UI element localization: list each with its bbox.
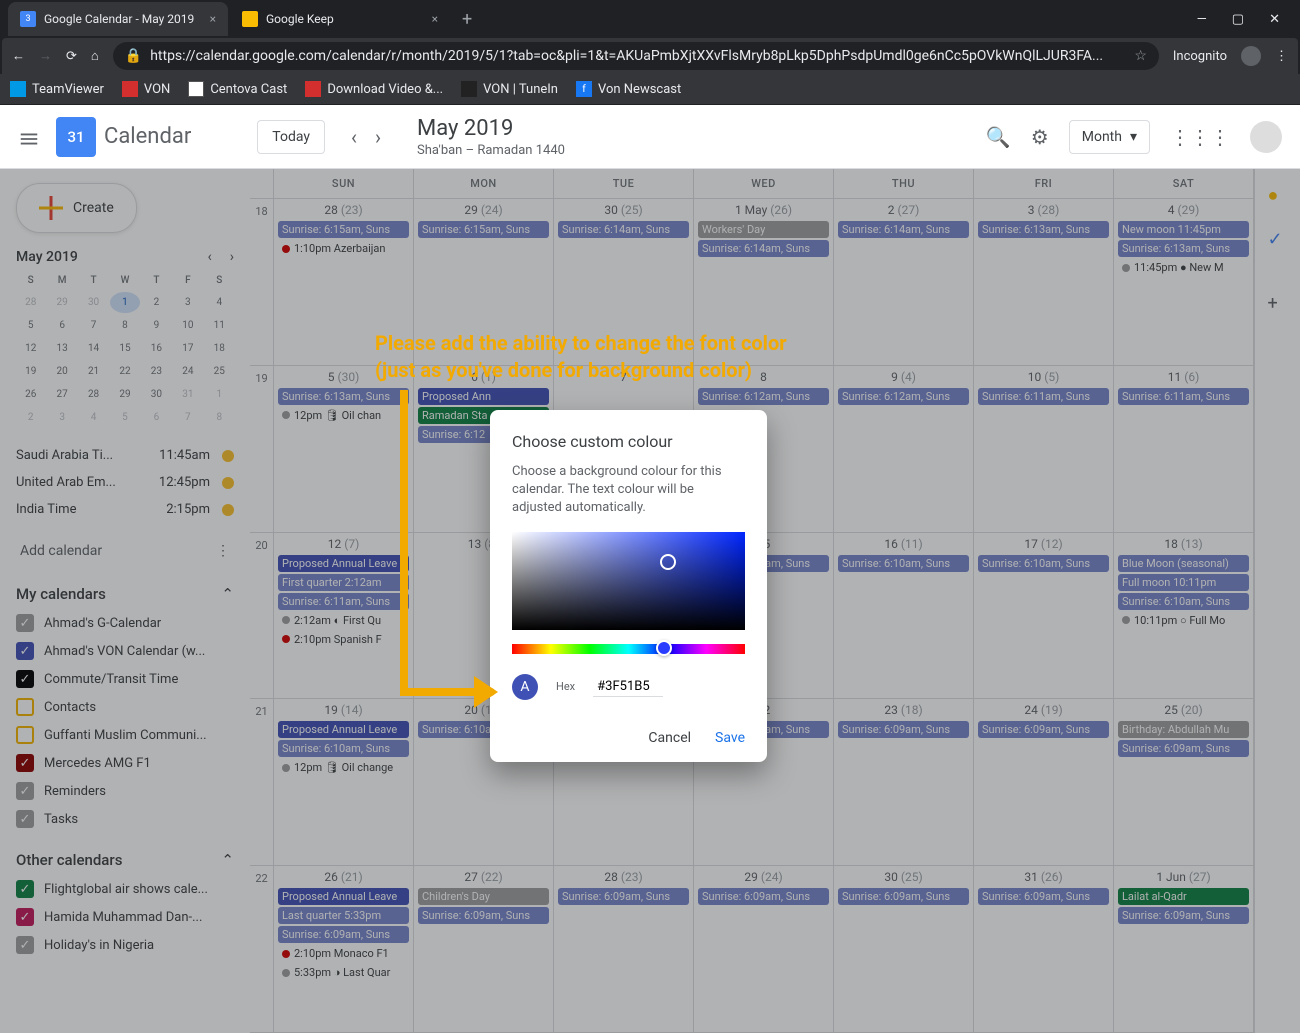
lock-icon: 🔒	[125, 48, 142, 64]
close-icon[interactable]: ×	[210, 12, 216, 26]
hue-slider[interactable]	[512, 644, 745, 654]
next-icon[interactable]: ›	[375, 125, 381, 149]
month-title: May 2019	[417, 116, 565, 141]
address-bar[interactable]: 🔒 https://calendar.google.com/calendar/r…	[113, 42, 1159, 70]
logo-text: Calendar	[104, 124, 191, 149]
tab-title: Google Keep	[266, 12, 334, 26]
prev-icon[interactable]: ‹	[351, 125, 357, 149]
search-icon[interactable]: 🔍	[986, 125, 1011, 149]
chevron-down-icon: ▾	[1130, 129, 1137, 145]
bookmark-item[interactable]: VON | TuneIn	[461, 81, 558, 97]
annotation-arrow	[396, 390, 516, 710]
avatar[interactable]	[1250, 121, 1282, 153]
save-button[interactable]: Save	[715, 730, 745, 746]
forward-icon[interactable]: →	[39, 48, 52, 64]
reload-icon[interactable]: ⟳	[66, 49, 77, 64]
annotation-text: Please add the ability to change the fon…	[375, 330, 975, 384]
color-picker-dialog: Choose custom colour Choose a background…	[490, 410, 767, 762]
tab-title: Google Calendar - May 2019	[44, 12, 194, 26]
month-subtitle: Sha'ban – Ramadan 1440	[417, 143, 565, 158]
close-icon[interactable]: ×	[432, 12, 438, 26]
bookmark-item[interactable]: Centova Cast	[188, 81, 287, 97]
view-selector[interactable]: Month▾	[1069, 120, 1150, 154]
today-button[interactable]: Today	[257, 120, 325, 154]
minimize-icon[interactable]: —	[1197, 12, 1207, 27]
home-icon[interactable]: ⌂	[91, 48, 99, 64]
gear-icon[interactable]: ⚙	[1031, 125, 1049, 149]
hue-cursor[interactable]	[656, 640, 672, 656]
browser-tab[interactable]: Google Keep ×	[230, 2, 450, 36]
back-icon[interactable]: ←	[12, 48, 25, 64]
maximize-icon[interactable]: ▢	[1232, 12, 1244, 27]
saturation-picker[interactable]	[512, 532, 745, 630]
hex-label: Hex	[556, 680, 575, 693]
apps-icon[interactable]: ⋮⋮⋮	[1170, 125, 1230, 149]
sat-cursor[interactable]	[660, 554, 676, 570]
url-text: https://calendar.google.com/calendar/r/m…	[150, 48, 1103, 64]
close-window-icon[interactable]: ✕	[1269, 12, 1280, 27]
menu-icon[interactable]: ⋮	[1275, 49, 1288, 64]
hex-input[interactable]	[593, 677, 663, 697]
calendar-icon: 31	[56, 117, 96, 157]
app-logo[interactable]: 31 Calendar	[56, 117, 191, 157]
hamburger-icon[interactable]	[18, 128, 40, 146]
new-tab-button[interactable]: +	[452, 9, 482, 30]
bookmarks-bar: TeamViewer VON Centova Cast Download Vid…	[0, 74, 1300, 104]
incognito-label: Incognito	[1173, 49, 1227, 64]
dialog-title: Choose custom colour	[512, 432, 745, 451]
bookmark-item[interactable]: VON	[122, 81, 170, 97]
browser-tab-active[interactable]: 3Google Calendar - May 2019×	[8, 2, 228, 36]
dialog-description: Choose a background colour for this cale…	[512, 463, 745, 518]
bookmark-item[interactable]: fVon Newscast	[576, 81, 681, 97]
bookmark-item[interactable]: Download Video &...	[305, 81, 443, 97]
bookmark-item[interactable]: TeamViewer	[10, 81, 104, 97]
cancel-button[interactable]: Cancel	[648, 730, 691, 746]
incognito-icon	[1241, 46, 1261, 66]
app-header: 31 Calendar Today ‹ › May 2019 Sha'ban –…	[0, 105, 1300, 169]
star-icon[interactable]: ☆	[1134, 48, 1147, 64]
browser-chrome: 3Google Calendar - May 2019× Google Keep…	[0, 0, 1300, 105]
